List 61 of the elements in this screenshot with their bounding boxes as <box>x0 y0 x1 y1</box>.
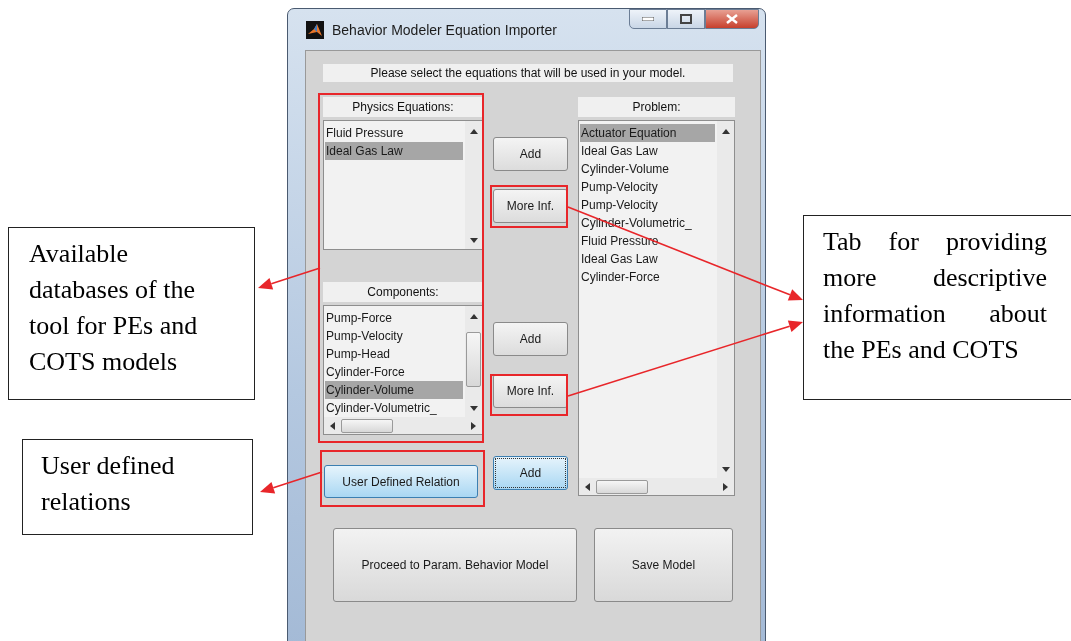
horizontal-scrollbar[interactable] <box>579 478 734 495</box>
scroll-down-icon[interactable] <box>469 238 478 243</box>
instruction-text: Please select the equations that will be used in your model. <box>323 64 733 82</box>
list-item[interactable]: Fluid Pressure <box>325 124 463 142</box>
list-item[interactable]: Ideal Gas Law <box>580 250 715 268</box>
list-header: Problem: <box>578 97 735 117</box>
annotation-arrow <box>258 267 321 290</box>
annotation-arrow <box>260 471 323 494</box>
list-header: Components: <box>323 282 483 302</box>
horizontal-scrollbar[interactable] <box>324 417 482 434</box>
list-item[interactable]: Fluid Pressure <box>580 232 715 250</box>
list-item[interactable]: Ideal Gas Law <box>580 142 715 160</box>
callout: User defined relations <box>22 439 253 535</box>
list-item[interactable]: Cylinder-Force <box>325 363 463 381</box>
minimize-icon <box>642 17 654 21</box>
vertical-scrollbar[interactable] <box>465 306 482 417</box>
callout: Tab for providing more descriptive information about the PEs and COTS <box>803 215 1071 400</box>
save-model-button[interactable]: Save Model <box>594 528 733 602</box>
list-item[interactable]: Actuator Equation <box>580 124 715 142</box>
list-box[interactable]: Pump-Force Pump-Velocity Pump-Head Cylinder-Force Cylinder-Volume Cylinder-Volumetric_ <box>323 305 483 435</box>
list-item[interactable]: Pump-Velocity <box>580 178 715 196</box>
list-item[interactable]: Cylinder-Volume <box>580 160 715 178</box>
minimize-button[interactable] <box>629 9 667 29</box>
close-button[interactable] <box>705 9 759 29</box>
list-item[interactable]: Ideal Gas Law <box>325 142 463 160</box>
close-icon <box>726 14 738 24</box>
side-button[interactable]: More Inf. <box>493 374 568 408</box>
side-button[interactable]: Add <box>493 456 568 490</box>
maximize-icon <box>680 14 692 24</box>
maximize-button[interactable] <box>667 9 705 29</box>
list-item[interactable]: Pump-Velocity <box>580 196 715 214</box>
scroll-thumb[interactable] <box>466 332 481 387</box>
scroll-left-icon[interactable] <box>585 482 590 491</box>
list-item[interactable]: Cylinder-Force <box>580 268 715 286</box>
list-header: Physics Equations: <box>323 97 483 117</box>
list-item[interactable]: Cylinder-Volumetric_ <box>325 399 463 417</box>
side-button[interactable]: More Inf. <box>493 189 568 223</box>
list-item[interactable]: Pump-Force <box>325 309 463 327</box>
proceed-button[interactable]: Proceed to Param. Behavior Model <box>333 528 577 602</box>
side-button[interactable]: Add <box>493 322 568 356</box>
list-item[interactable]: Pump-Velocity <box>325 327 463 345</box>
scroll-down-icon[interactable] <box>469 406 478 411</box>
list-item[interactable]: Pump-Head <box>325 345 463 363</box>
scroll-right-icon[interactable] <box>471 421 476 430</box>
scroll-thumb[interactable] <box>596 479 648 494</box>
vertical-scrollbar[interactable] <box>717 121 734 478</box>
callout: Available databases of the tool for PEs and COTS models <box>8 227 255 400</box>
vertical-scrollbar[interactable] <box>465 121 482 249</box>
scroll-down-icon[interactable] <box>721 467 730 472</box>
user-defined-relation-button[interactable]: User Defined Relation <box>324 465 478 498</box>
window-title: Behavior Modeler Equation Importer <box>332 21 557 38</box>
scroll-right-icon[interactable] <box>723 482 728 491</box>
scroll-up-icon[interactable] <box>721 129 730 134</box>
scroll-thumb[interactable] <box>341 418 393 433</box>
scroll-left-icon[interactable] <box>330 421 335 430</box>
list-box[interactable]: Fluid Pressure Ideal Gas Law <box>323 120 483 250</box>
side-button[interactable]: Add <box>493 137 568 171</box>
scroll-up-icon[interactable] <box>469 129 478 134</box>
app-icon <box>306 20 324 39</box>
list-item[interactable]: Cylinder-Volume <box>325 381 463 399</box>
scroll-up-icon[interactable] <box>469 314 478 319</box>
